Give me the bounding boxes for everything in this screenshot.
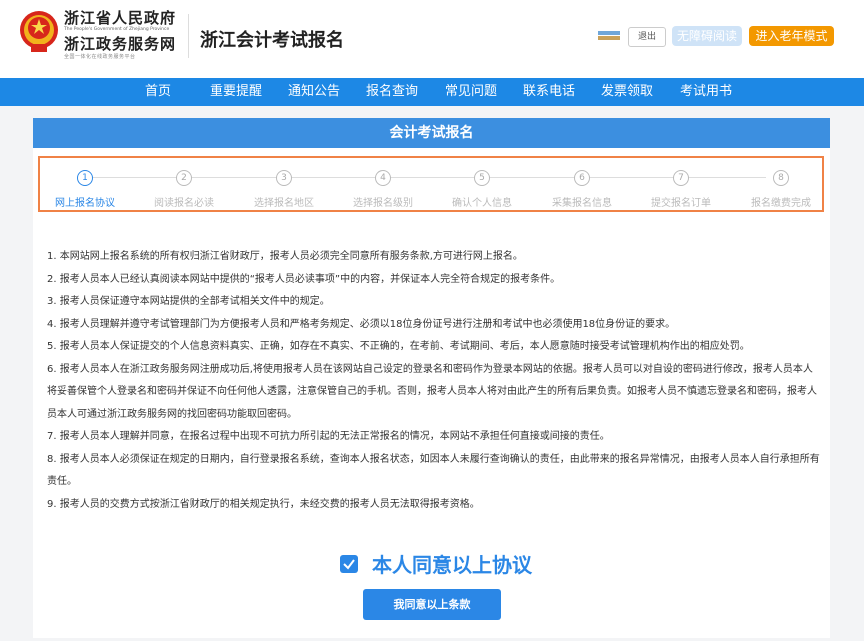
service-name: 浙江政务服务网	[64, 35, 177, 53]
term-item: 4. 报考人员理解并遵守考试管理部门为方便报考人员和严格考务规定、必须以18位身…	[47, 318, 676, 330]
term-item: 2. 报考人员本人已经认真阅读本网站中提供的“报考人员必读事项”中的内容，并保证…	[47, 273, 561, 285]
nav-item-home[interactable]: 首页	[138, 78, 178, 106]
gov-branding[interactable]: 浙江省人民政府 The People's Government of Zheji…	[64, 9, 186, 61]
step-5-circle: 5	[474, 170, 490, 186]
term-item: 6. 报考人员本人在浙江政务服务网注册成功后,将使用报考人员在该网站自己设定的登…	[47, 363, 817, 420]
agree-label[interactable]: 本人同意以上协议	[372, 549, 532, 578]
logout-button[interactable]: 退出	[628, 27, 666, 47]
agreement-terms: 1. 本网站网上报名系统的所有权归浙江省财政厅，报考人员必须完全同意所有服务条款…	[47, 246, 821, 516]
term-item: 3. 报考人员保证遵守本网站提供的全部考试相关文件中的规定。	[47, 296, 330, 307]
step-2-label: 阅读报名必读	[154, 198, 214, 209]
step-1-label: 网上报名协议	[55, 198, 115, 209]
step-progress: 1 网上报名协议 2 阅读报名必读 3 选择报名地区 4 选择报名级别 5 确认…	[38, 156, 824, 212]
nav-item-notices[interactable]: 通知公告	[285, 78, 343, 106]
nav-item-faq[interactable]: 常见问题	[442, 78, 500, 106]
gov-name-en: The People's Government of Zhejiang Prov…	[64, 27, 170, 32]
nav-item-query[interactable]: 报名查询	[363, 78, 421, 106]
national-emblem-icon	[20, 11, 58, 52]
checkmark-icon	[343, 559, 355, 570]
elder-mode-button[interactable]: 进入老年模式	[749, 26, 834, 46]
nav-item-books[interactable]: 考试用书	[677, 78, 735, 106]
agree-checkbox[interactable]	[340, 555, 358, 573]
term-item: 7. 报考人员本人理解并同意，在报名过程中出现不可抗力所引起的无法正常报名的情况…	[47, 431, 610, 442]
accessible-reading-button[interactable]: 无障碍阅读	[672, 26, 742, 46]
top-header: 浙江省人民政府 The People's Government of Zheji…	[0, 0, 864, 78]
main-nav: 首页 重要提醒 通知公告 报名查询 常见问题 联系电话 发票领取 考试用书	[0, 78, 864, 106]
step-8-circle: 8	[773, 170, 789, 186]
step-5-label: 确认个人信息	[452, 198, 512, 209]
step-8-label: 报名缴费完成	[751, 198, 811, 209]
step-4-circle: 4	[375, 170, 391, 186]
panel-title: 会计考试报名	[33, 118, 830, 148]
nav-item-contact[interactable]: 联系电话	[520, 78, 578, 106]
gov-name: 浙江省人民政府	[64, 9, 177, 27]
step-4-label: 选择报名级别	[353, 198, 413, 209]
header-divider	[188, 14, 189, 58]
service-slogan: 全国一体化在线政务服务平台	[64, 54, 136, 60]
step-3-label: 选择报名地区	[254, 198, 314, 209]
step-2-circle: 2	[176, 170, 192, 186]
term-item: 9. 报考人员的交费方式按浙江省财政厅的相关规定执行，未经交费的报考人员无法取得…	[47, 498, 480, 510]
step-1-circle: 1	[77, 170, 93, 186]
term-item: 8. 报考人员本人必须保证在规定的日期内，自行登录报名系统，查询本人报名状态，如…	[47, 453, 820, 488]
step-6-label: 采集报名信息	[552, 198, 612, 209]
agree-submit-button[interactable]: 我同意以上条款	[363, 589, 501, 620]
nav-item-reminders[interactable]: 重要提醒	[207, 78, 265, 106]
step-7-label: 提交报名订单	[651, 198, 711, 209]
step-6-circle: 6	[574, 170, 590, 186]
site-title: 浙江会计考试报名	[200, 30, 344, 51]
term-item: 5. 报考人员本人保证提交的个人信息资料真实、正确，如存在不真实、不正确的，在考…	[47, 341, 750, 352]
term-item: 1. 本网站网上报名系统的所有权归浙江省财政厅，报考人员必须完全同意所有服务条款…	[47, 251, 523, 262]
nav-item-invoice[interactable]: 发票领取	[598, 78, 656, 106]
step-7-circle: 7	[673, 170, 689, 186]
user-name-chip	[598, 31, 620, 41]
step-3-circle: 3	[276, 170, 292, 186]
step-connector	[92, 177, 766, 178]
